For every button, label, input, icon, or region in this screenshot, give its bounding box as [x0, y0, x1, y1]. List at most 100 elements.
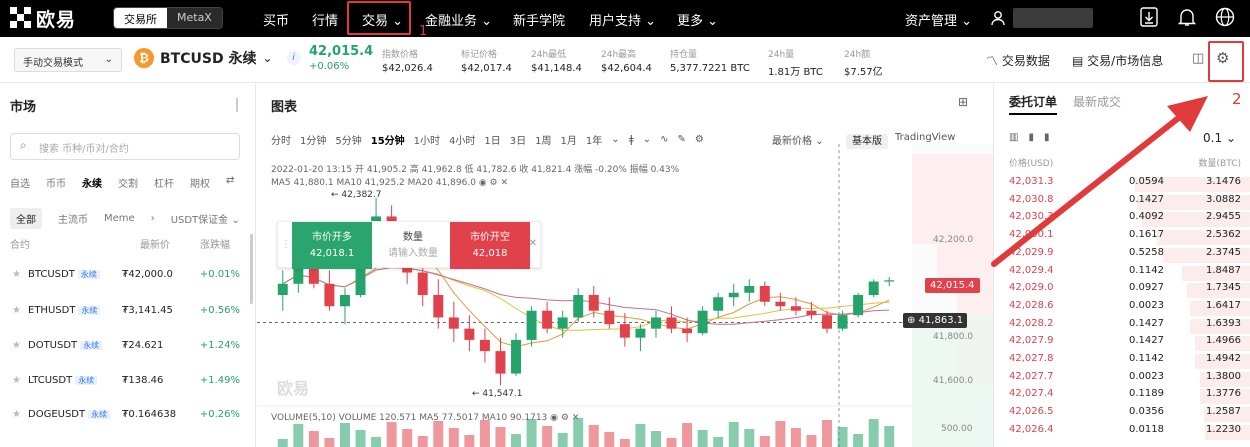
perpetual-tag: 永续 [80, 341, 103, 350]
ask-row[interactable]: 42,028.2 0.1427 1.6393 [995, 318, 1250, 335]
volume-bar [277, 439, 288, 447]
ask-qty: 0.1142 [1129, 264, 1164, 276]
market-row[interactable]: ★ DOTUSDT 永续 ₮24.621 +1.24% [0, 340, 248, 360]
precision-select[interactable]: 0.1 ⌄ [1203, 131, 1236, 145]
close-icon[interactable]: ✕ [529, 238, 540, 249]
ask-row[interactable]: 42,030.1 0.1617 2.5362 [995, 229, 1250, 246]
candle-body [853, 295, 864, 316]
view-both-icon[interactable]: ▥ [1009, 132, 1018, 143]
pair-selector[interactable]: ₿ BTCUSD 永续 ⌄ i [134, 48, 301, 68]
mode-metax[interactable]: MetaX [167, 8, 222, 28]
user-account-blurred[interactable] [1013, 8, 1093, 28]
market-row[interactable]: ★ LTCUSDT 永续 ₮138.46 +1.49% [0, 375, 248, 395]
perpetual-tag: 永续 [88, 410, 111, 419]
ask-row[interactable]: 42,029.4 0.1142 1.8487 [995, 265, 1250, 282]
layout-icon[interactable]: ◫ [1192, 51, 1204, 66]
subtab-mainstream[interactable]: 主流币 [58, 211, 88, 226]
market-row[interactable]: ★ BTCUSDT 永续 ₮42,000.0 +0.01% [0, 269, 248, 289]
candle-body [744, 286, 755, 293]
settings-gear-icon[interactable]: ⚙ [1216, 49, 1229, 67]
nav-markets[interactable]: 行情 [312, 10, 338, 29]
user-avatar-icon[interactable] [990, 10, 1006, 30]
subtab-usdt-margin[interactable]: USDT保证金 ⌄ [171, 211, 240, 226]
ask-row[interactable]: 42,031.3 0.0594 3.1476 [995, 176, 1250, 193]
tab-margin[interactable]: 杠杆 [154, 175, 174, 190]
ask-row[interactable]: 42,027.9 0.1427 1.4966 [995, 335, 1250, 352]
volume-settings-icon[interactable]: ⚙ [561, 413, 569, 423]
ask-row[interactable]: 42,029.0 0.0927 1.7345 [995, 282, 1250, 299]
brand-logo[interactable]: 欧易 [10, 6, 76, 31]
subtab-meme[interactable]: Meme [104, 213, 135, 224]
trade-data-link[interactable]: 〽 交易数据 [986, 52, 1050, 69]
globe-language-icon[interactable] [1215, 7, 1235, 30]
stat-value: $42,604.4 [601, 63, 652, 74]
ask-row[interactable]: 42,027.8 0.1142 1.4942 [995, 353, 1250, 370]
tab-options[interactable]: 期权 [190, 175, 210, 190]
star-icon[interactable]: ★ [12, 375, 21, 386]
ask-row[interactable]: 42,027.7 0.0023 1.3800 [995, 371, 1250, 388]
tab-futures[interactable]: 交割 [118, 175, 138, 190]
volume-bar [604, 432, 615, 447]
subtab-all[interactable]: 全部 [10, 208, 42, 229]
nav-trade[interactable]: 交易 ⌄ [362, 10, 403, 29]
star-icon[interactable]: ★ [12, 269, 21, 280]
candle-body [775, 301, 786, 307]
ask-row[interactable]: 42,027.4 0.1189 1.3776 [995, 388, 1250, 405]
col-change[interactable]: 涨跌幅 [200, 236, 230, 251]
nav-support-label: 用户支持 [589, 14, 642, 29]
drag-handle-icon[interactable]: ⋮ [281, 239, 291, 250]
ask-row[interactable]: 42,029.9 0.5258 2.3745 [995, 247, 1250, 264]
ask-row[interactable]: 42,026.4 0.0118 1.2230 [995, 424, 1250, 441]
nav-academy[interactable]: 新手学院 [513, 10, 565, 29]
market-buy-long-button[interactable]: 市价开多 42,018.1 [292, 222, 372, 269]
tab-perpetual[interactable]: 永续 [82, 175, 102, 190]
nav-asset-management[interactable]: 资产管理 ⌄ [905, 10, 972, 29]
tab-spot[interactable]: 币币 [46, 175, 66, 190]
crosshair-target-icon[interactable]: ⊕ [907, 315, 915, 326]
market-title: 市场 [10, 100, 37, 115]
market-search-input[interactable]: ⌕ 搜索 币种/币对/合约 [10, 133, 240, 160]
view-bids-icon[interactable]: ▮ [1028, 132, 1034, 143]
chevron-down-icon: ⌄ [645, 14, 657, 29]
star-icon[interactable]: ★ [12, 409, 21, 420]
tab-recent-trades[interactable]: 最新成交 [1073, 93, 1121, 115]
nav-finance[interactable]: 金融业务 ⌄ [425, 10, 492, 29]
ask-row[interactable]: 42,030.3 0.4092 2.9455 [995, 211, 1250, 228]
info-icon[interactable]: i [286, 51, 301, 65]
tab-order-book[interactable]: 委托订单 [1009, 93, 1058, 115]
quantity-input[interactable]: 数量 请输入数量 [378, 230, 448, 262]
document-icon: ▤ [1072, 54, 1084, 68]
trading-mode-select[interactable]: 手动交易模式 ⌄ [14, 48, 122, 72]
nav-buy-crypto[interactable]: 买币 [263, 10, 289, 29]
search-icon: ⌕ [20, 138, 27, 152]
swap-icon[interactable]: ⇄ [226, 175, 234, 190]
view-asks-icon[interactable]: ▮ [1044, 132, 1050, 143]
volume-bar [495, 427, 506, 447]
stat-index-price: 指数价格 $42,026.4 [382, 47, 433, 74]
star-icon[interactable]: ★ [12, 340, 21, 351]
exchange-mode-switch[interactable]: 交易所 MetaX [113, 7, 223, 29]
market-info-link[interactable]: ▤ 交易/市场信息 [1072, 52, 1163, 69]
market-sell-short-button[interactable]: 市价开空 42,018 [450, 222, 530, 269]
y-axis-label: 500.00 [941, 424, 973, 434]
market-scrollbar[interactable] [250, 234, 253, 304]
notification-bell-icon[interactable] [1177, 7, 1197, 30]
close-icon[interactable]: ✕ [572, 413, 580, 423]
star-icon[interactable]: ★ [12, 305, 21, 316]
mode-exchange[interactable]: 交易所 [114, 8, 167, 28]
col-last-price[interactable]: 最新价 [140, 236, 170, 251]
visibility-eye-icon[interactable]: ◉ [550, 413, 558, 423]
market-row[interactable]: ★ DOGEUSDT 永续 ₮0.164638 +0.26% [0, 409, 248, 429]
chevron-right-icon[interactable]: › [151, 213, 155, 224]
ask-row[interactable]: 42,030.8 0.1427 3.0882 [995, 194, 1250, 211]
tab-favorites[interactable]: 自选 [10, 175, 30, 190]
perpetual-tag: 永续 [77, 270, 100, 279]
download-icon[interactable] [1140, 7, 1158, 30]
ask-row[interactable]: 42,026.5 0.0356 1.2587 [995, 406, 1250, 423]
market-row[interactable]: ★ ETHUSDT 永续 ₮3,141.45 +0.56% [0, 305, 248, 325]
nav-more[interactable]: 更多 ⌄ [677, 10, 718, 29]
nav-support[interactable]: 用户支持 ⌄ [589, 10, 656, 29]
chevron-down-icon: ⌄ [262, 51, 273, 65]
panel-collapse-handle[interactable] [236, 98, 238, 112]
ask-row[interactable]: 42,028.6 0.0023 1.6417 [995, 300, 1250, 317]
